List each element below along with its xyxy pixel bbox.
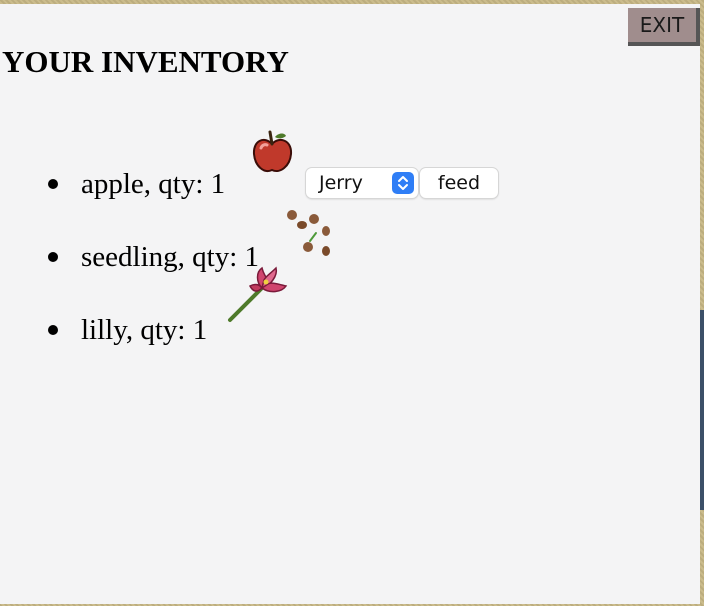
feed-button[interactable]: feed bbox=[420, 168, 498, 198]
chevron-up-down-icon bbox=[392, 172, 414, 194]
inventory-panel: EXIT YOUR INVENTORY apple, qty: 1 Jerry bbox=[0, 4, 700, 604]
pet-select-value: Jerry bbox=[319, 172, 363, 194]
lilly-icon bbox=[228, 266, 288, 322]
inventory-item-apple: apple, qty: 1 Jerry feed bbox=[48, 130, 498, 204]
list-bullet bbox=[48, 252, 58, 262]
apple-icon bbox=[252, 130, 293, 172]
exit-button[interactable]: EXIT bbox=[628, 8, 700, 46]
inventory-title: YOUR INVENTORY bbox=[2, 44, 289, 79]
feed-controls: Jerry feed bbox=[306, 168, 498, 198]
list-bullet bbox=[48, 325, 58, 335]
item-label-lilly: lilly, qty: 1 bbox=[81, 313, 208, 346]
seedling-icon bbox=[287, 210, 330, 256]
pet-select-dropdown[interactable]: Jerry bbox=[306, 168, 418, 198]
inventory-item-lilly: lilly, qty: 1 bbox=[48, 266, 288, 350]
background-scene-edge bbox=[700, 310, 704, 510]
list-bullet bbox=[48, 179, 58, 189]
item-label-apple: apple, qty: 1 bbox=[81, 167, 226, 200]
